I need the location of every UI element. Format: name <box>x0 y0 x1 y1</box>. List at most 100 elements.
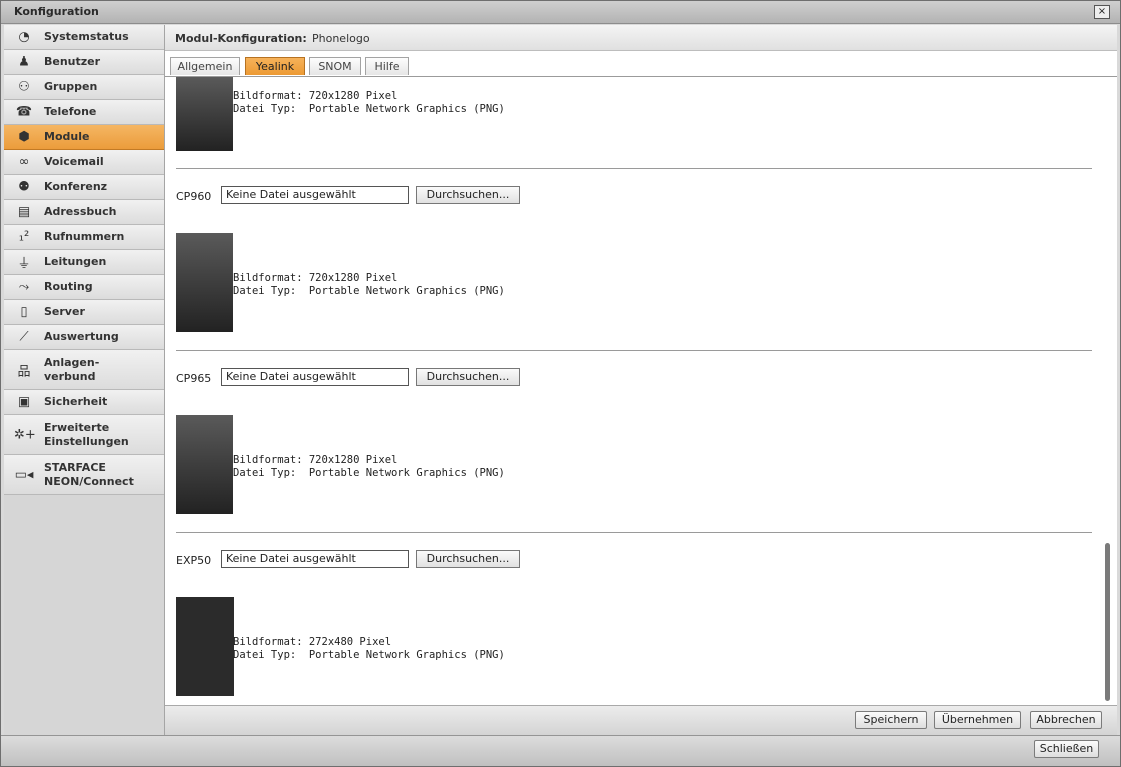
action-footer: Speichern Übernehmen Abbrechen <box>165 705 1117 736</box>
sidebar-item-module[interactable]: ⬢ Module <box>4 125 164 150</box>
sidebar-item-sicherheit[interactable]: ▣ Sicherheit <box>4 390 164 415</box>
image-info: Bildformat: 720x1280 Pixel Datei Typ: Po… <box>233 90 505 116</box>
sidebar-item-label: Voicemail <box>44 155 104 168</box>
sidebar-item-label: Konferenz <box>44 180 108 193</box>
logo-preview-image <box>176 233 233 332</box>
image-type: Datei Typ: Portable Network Graphics (PN… <box>233 467 505 479</box>
module-icon: ⬢ <box>18 129 30 145</box>
title-bar: Konfiguration × <box>1 1 1120 24</box>
tab-bar: Allgemein Yealink SNOM Hilfe <box>165 51 1117 77</box>
vertical-scrollbar[interactable] <box>1103 77 1113 703</box>
sidebar-item-label: Routing <box>44 280 93 293</box>
sidebar-item-label: Rufnummern <box>44 230 125 243</box>
sidebar-item-label: STARFACE NEON/Connect <box>44 460 134 488</box>
bottom-bar: Schließen <box>1 735 1120 766</box>
image-type: Datei Typ: Portable Network Graphics (PN… <box>233 285 505 297</box>
main-panel: Modul-Konfiguration: Phonelogo Allgemein… <box>165 25 1117 736</box>
sidebar-item-label: Benutzer <box>44 55 101 68</box>
browse-button-cp965[interactable]: Durchsuchen... <box>416 368 520 386</box>
server-icon: ▯ <box>20 304 28 320</box>
tab-hilfe[interactable]: Hilfe <box>365 57 409 75</box>
image-format: Bildformat: 720x1280 Pixel <box>233 454 398 466</box>
tab-snom[interactable]: SNOM <box>309 57 361 75</box>
image-format: Bildformat: 720x1280 Pixel <box>233 272 398 284</box>
section-divider <box>176 168 1092 169</box>
sidebar-item-label: Sicherheit <box>44 395 108 408</box>
plug-icon: ⏚ <box>17 256 31 272</box>
sidebar-item-auswertung[interactable]: ⟋ Auswertung <box>4 325 164 350</box>
sidebar-item-voicemail[interactable]: ∞ Voicemail <box>4 150 164 175</box>
sidebar-item-starface-neon[interactable]: ▭◂ STARFACE NEON/Connect <box>4 455 164 495</box>
sidebar-item-benutzer[interactable]: ♟ Benutzer <box>4 50 164 75</box>
browse-button-exp50[interactable]: Durchsuchen... <box>416 550 520 568</box>
model-label-cp965: CP965 <box>176 372 212 385</box>
chart-icon: ⟋ <box>19 329 29 345</box>
conference-icon: ⚉ <box>18 179 30 195</box>
video-camera-icon: ▭◂ <box>14 467 34 482</box>
tab-yealink[interactable]: Yealink <box>245 57 305 75</box>
image-type: Datei Typ: Portable Network Graphics (PN… <box>233 103 505 115</box>
routing-icon: ⤳ <box>18 279 30 295</box>
settings-plus-icon: ✲+ <box>14 427 36 442</box>
image-type: Datei Typ: Portable Network Graphics (PN… <box>233 649 505 661</box>
sidebar-item-telefone[interactable]: ☎ Telefone <box>4 100 164 125</box>
sidebar-item-leitungen[interactable]: ⏚ Leitungen <box>4 250 164 275</box>
dashboard-icon: ◔ <box>18 29 30 45</box>
window-title: Konfiguration <box>14 5 99 18</box>
cancel-button[interactable]: Abbrechen <box>1030 711 1102 729</box>
sidebar-item-label: Server <box>44 305 85 318</box>
sidebar-item-label: Systemstatus <box>44 30 129 43</box>
image-format: Bildformat: 720x1280 Pixel <box>233 90 398 102</box>
sidebar-item-label: Erweiterte Einstellungen <box>44 420 129 448</box>
sidebar-item-label: Gruppen <box>44 80 98 93</box>
network-icon: 品 <box>17 364 31 379</box>
image-format: Bildformat: 272x480 Pixel <box>233 636 392 648</box>
file-input-exp50[interactable]: Keine Datei ausgewählt <box>221 550 409 568</box>
sidebar-item-server[interactable]: ▯ Server <box>4 300 164 325</box>
file-input-cp960[interactable]: Keine Datei ausgewählt <box>221 186 409 204</box>
close-button[interactable]: Schließen <box>1034 740 1099 758</box>
sidebar-item-erweiterte-einstellungen[interactable]: ✲+ Erweiterte Einstellungen <box>4 415 164 455</box>
sidebar-item-gruppen[interactable]: ⚇ Gruppen <box>4 75 164 100</box>
scrollbar-thumb[interactable] <box>1105 543 1110 701</box>
module-header-label: Modul-Konfiguration: <box>175 32 307 45</box>
sidebar: ◔ Systemstatus ♟ Benutzer ⚇ Gruppen ☎ Te… <box>4 25 165 735</box>
logo-preview-image <box>176 77 233 151</box>
tab-allgemein[interactable]: Allgemein <box>170 57 240 75</box>
image-info: Bildformat: 720x1280 Pixel Datei Typ: Po… <box>233 454 505 480</box>
file-input-cp965[interactable]: Keine Datei ausgewählt <box>221 368 409 386</box>
numbers-icon: ₁² <box>18 229 30 245</box>
sidebar-item-label: Module <box>44 130 90 143</box>
group-icon: ⚇ <box>18 79 30 95</box>
model-label-exp50: EXP50 <box>176 554 212 567</box>
image-info: Bildformat: 272x480 Pixel Datei Typ: Por… <box>233 636 505 662</box>
sidebar-item-routing[interactable]: ⤳ Routing <box>4 275 164 300</box>
sidebar-item-rufnummern[interactable]: ₁² Rufnummern <box>4 225 164 250</box>
module-header-value: Phonelogo <box>312 32 370 45</box>
sidebar-item-konferenz[interactable]: ⚉ Konferenz <box>4 175 164 200</box>
logo-preview-image <box>176 415 233 514</box>
sidebar-item-label: Leitungen <box>44 255 107 268</box>
sidebar-item-systemstatus[interactable]: ◔ Systemstatus <box>4 25 164 50</box>
model-label-cp960: CP960 <box>176 190 212 203</box>
content-area: Bildformat: 720x1280 Pixel Datei Typ: Po… <box>165 77 1093 703</box>
close-window-icon[interactable]: × <box>1094 5 1110 19</box>
user-icon: ♟ <box>18 54 30 70</box>
telephone-icon: ☎ <box>15 104 33 120</box>
browse-button-cp960[interactable]: Durchsuchen... <box>416 186 520 204</box>
apply-button[interactable]: Übernehmen <box>934 711 1021 729</box>
lock-icon: ▣ <box>17 394 31 410</box>
sidebar-item-label: Anlagen- verbund <box>44 355 100 383</box>
voicemail-icon: ∞ <box>18 154 30 170</box>
sidebar-item-label: Telefone <box>44 105 97 118</box>
configuration-window: Konfiguration × ◔ Systemstatus ♟ Benutze… <box>0 0 1121 767</box>
logo-preview-image <box>176 597 234 696</box>
save-button[interactable]: Speichern <box>855 711 927 729</box>
sidebar-item-label: Auswertung <box>44 330 119 343</box>
module-header: Modul-Konfiguration: Phonelogo <box>165 25 1117 51</box>
section-divider <box>176 350 1092 351</box>
sidebar-item-anlagenverbund[interactable]: 品 Anlagen- verbund <box>4 350 164 390</box>
section-divider <box>176 532 1092 533</box>
sidebar-item-adressbuch[interactable]: ▤ Adressbuch <box>4 200 164 225</box>
sidebar-item-label: Adressbuch <box>44 205 117 218</box>
